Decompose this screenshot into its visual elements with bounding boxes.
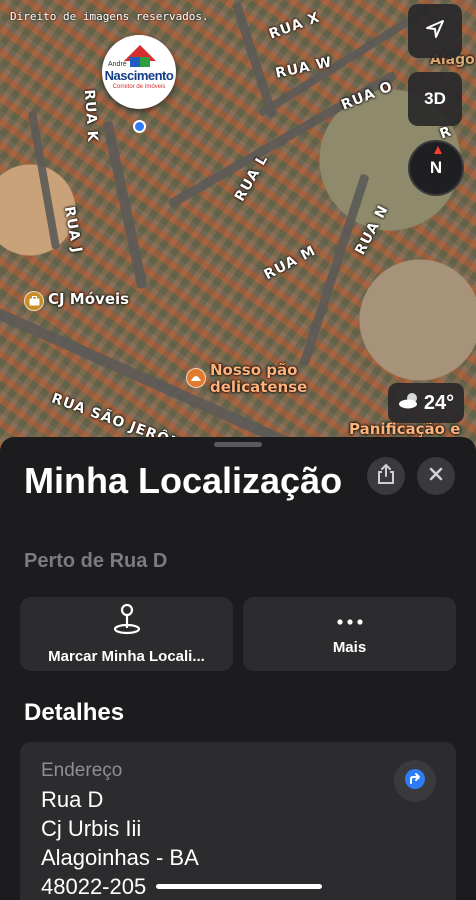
address-line: Alagoinhas - BA	[41, 845, 199, 870]
poi-nosso-pao[interactable]: Nosso pão delicatense	[186, 362, 307, 396]
directions-button[interactable]	[394, 760, 436, 802]
briefcase-icon	[24, 291, 44, 311]
logo-small-text: André	[108, 61, 127, 68]
compass-needle-icon	[434, 146, 442, 154]
close-button[interactable]	[417, 457, 455, 495]
logo-block-green	[140, 57, 150, 67]
bakery-icon	[186, 368, 206, 388]
street-label-rua-o: RUA O	[338, 78, 396, 114]
location-title: Minha Localização	[24, 460, 343, 501]
share-icon	[377, 463, 395, 490]
compass-letter: N	[429, 158, 443, 177]
mark-location-button[interactable]: Marcar Minha Locali...	[20, 597, 233, 671]
map-road	[0, 300, 366, 450]
watermark-text: Direito de imagens reservados.	[10, 10, 209, 23]
more-button[interactable]: Mais	[243, 597, 456, 671]
mark-location-label: Marcar Minha Locali...	[48, 648, 205, 665]
logo-subtitle: Corretor de Imóveis	[112, 84, 166, 90]
street-label-rua-k: RUA K	[80, 88, 101, 144]
map-view[interactable]: Direito de imagens reservados. RUA K RUA…	[0, 0, 476, 450]
location-arrow-icon	[424, 18, 446, 45]
location-sheet: Minha Localização Perto de Rua D Marcar …	[0, 437, 476, 900]
details-heading: Detalhes	[24, 699, 125, 726]
logo-block-blue	[130, 57, 140, 67]
directions-icon	[403, 767, 427, 796]
street-label-rua-x: RUA X	[266, 9, 323, 43]
map-road	[102, 120, 148, 290]
more-label: Mais	[332, 638, 367, 656]
map-road	[231, 1, 278, 119]
location-subtitle: Perto de Rua D	[24, 550, 168, 572]
close-icon	[428, 466, 444, 487]
weather-badge[interactable]: 24°	[388, 383, 464, 423]
3d-view-button[interactable]: 3D	[408, 72, 462, 126]
address-line: Rua D	[41, 787, 104, 812]
home-indicator[interactable]	[156, 884, 322, 889]
sheet-grabber[interactable]	[214, 442, 262, 447]
temperature-text: 24°	[423, 391, 455, 414]
poi-name-line1: Nosso pão	[210, 361, 298, 379]
map-road	[27, 110, 61, 250]
current-location-dot[interactable]	[133, 120, 146, 133]
street-label-rua-j: RUA J	[60, 205, 85, 255]
address-label: Endereço	[41, 760, 123, 781]
location-button[interactable]	[408, 4, 462, 58]
map-road	[299, 173, 370, 367]
business-logo-pin[interactable]: André Nascimento Corretor de Imóveis	[102, 35, 176, 109]
partly-cloudy-icon	[398, 391, 422, 415]
poi-name: CJ Móveis	[48, 290, 130, 308]
poi-name: Panificação e	[349, 420, 461, 438]
pin-marker-icon	[112, 603, 142, 640]
compass-button[interactable]: N	[408, 140, 464, 196]
poi-name-line2: delicatense	[210, 378, 308, 396]
more-icon	[336, 613, 364, 631]
address-card[interactable]: Endereço Rua D Cj Urbis Iii Alagoinhas -…	[20, 742, 456, 900]
street-label-rua-m: RUA M	[261, 242, 319, 284]
share-button[interactable]	[367, 457, 405, 495]
poi-cj-moveis[interactable]: CJ Móveis	[24, 291, 129, 311]
address-line: Cj Urbis Iii	[41, 816, 142, 841]
poi-panificacao[interactable]: Panificação e	[349, 421, 460, 438]
logo-name: Nascimento	[104, 68, 174, 83]
